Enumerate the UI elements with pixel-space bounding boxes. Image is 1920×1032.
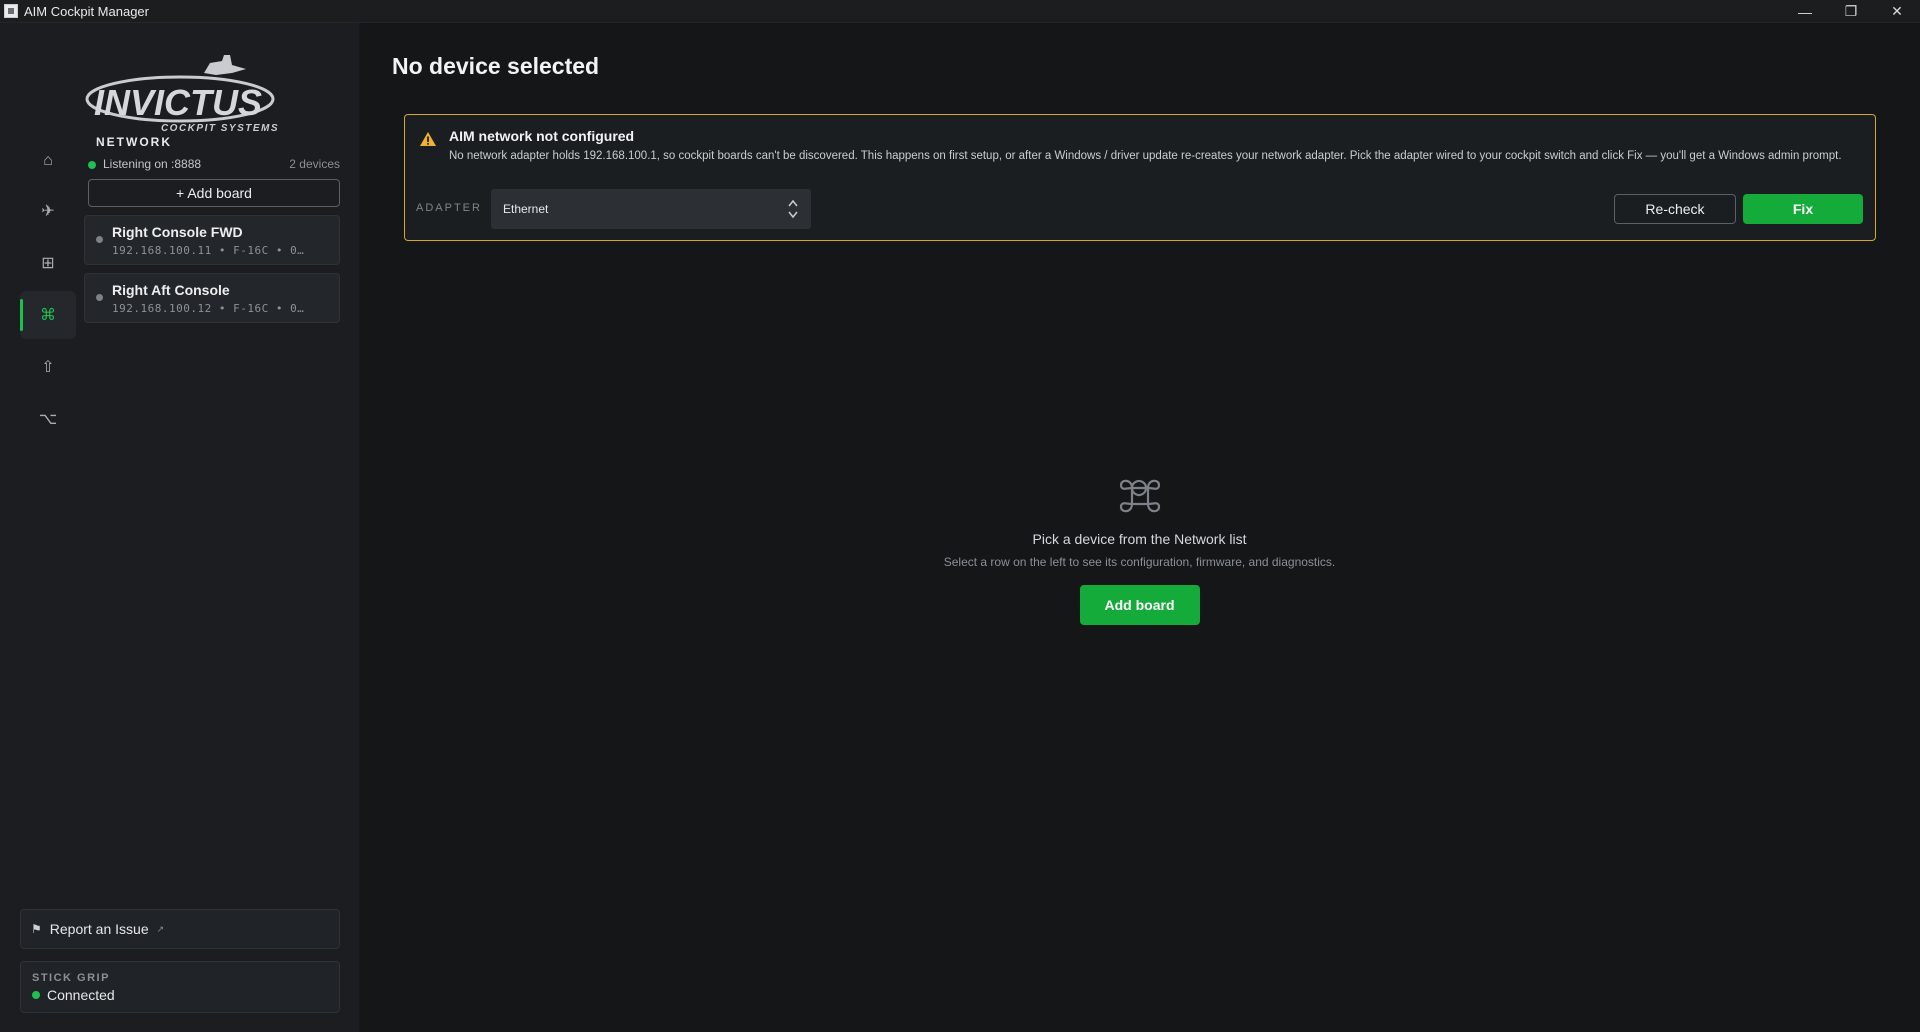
- window-title: AIM Cockpit Manager: [24, 3, 149, 19]
- stick-grip-label: STICK GRIP: [32, 972, 110, 984]
- flag-icon: ⚑: [31, 922, 42, 936]
- invictus-logo: INVICTUS COCKPIT SYSTEMS: [85, 55, 278, 134]
- stick-grip-status: STICK GRIP Connected: [20, 961, 340, 1013]
- adapter-value: Ethernet: [503, 202, 549, 216]
- external-link-icon: ↗: [156, 923, 165, 934]
- network-warning-banner: AIM network not configured No network ad…: [404, 114, 1876, 241]
- app-icon: [4, 4, 18, 18]
- add-board-button[interactable]: + Add board: [88, 179, 340, 207]
- logo-brand: INVICTUS: [94, 82, 262, 123]
- network-command-icon[interactable]: ⌘: [20, 291, 76, 339]
- command-icon: [1119, 479, 1160, 513]
- close-button[interactable]: ✕: [1874, 0, 1920, 23]
- device-name: Right Console FWD: [112, 224, 243, 240]
- recheck-button[interactable]: Re-check: [1614, 194, 1736, 224]
- device-status-dot-icon: [96, 236, 103, 243]
- alert-body: No network adapter holds 192.168.100.1, …: [449, 150, 1842, 162]
- page-title: No device selected: [392, 53, 600, 79]
- network-title: NETWORK: [96, 135, 172, 149]
- grid-icon[interactable]: ⊞: [20, 239, 76, 287]
- device-status-dot-icon: [96, 294, 103, 301]
- warning-icon: [420, 132, 436, 146]
- add-board-primary-button[interactable]: Add board: [1079, 585, 1200, 625]
- title-bar: AIM Cockpit Manager — ❐ ✕: [0, 0, 1920, 23]
- empty-state: Pick a device from the Network list Sele…: [359, 473, 1920, 625]
- logo-tagline: COCKPIT SYSTEMS: [161, 123, 278, 134]
- fix-button[interactable]: Fix: [1743, 194, 1863, 224]
- alert-title: AIM network not configured: [449, 128, 635, 144]
- upload-icon[interactable]: ⇧: [20, 343, 76, 391]
- airplane-icon[interactable]: ✈: [20, 187, 76, 235]
- main-panel: No device selected AIM network not confi…: [359, 23, 1920, 1032]
- sidebar: INVICTUS COCKPIT SYSTEMS ⌂ ✈ ⊞ ⌘ ⇧ ⌥ NET…: [0, 23, 359, 1032]
- connected-dot-icon: [32, 991, 40, 999]
- device-row[interactable]: Right Console FWD 192.168.100.11 • F-16C…: [84, 215, 340, 265]
- adapter-select[interactable]: Ethernet: [491, 189, 811, 229]
- report-label: Report an Issue: [49, 921, 149, 937]
- device-row[interactable]: Right Aft Console 192.168.100.12 • F-16C…: [84, 273, 340, 323]
- status-dot-icon: [88, 160, 96, 169]
- device-count: 2 devices: [289, 157, 340, 171]
- window-controls: — ❐ ✕: [1782, 0, 1920, 23]
- listening-row: Listening on :8888 2 devices: [84, 157, 340, 171]
- report-issue-button[interactable]: ⚑ Report an Issue ↗: [20, 909, 340, 949]
- select-arrows-icon: [788, 199, 798, 219]
- adapter-label: ADAPTER: [416, 202, 482, 214]
- restore-button[interactable]: ❐: [1828, 0, 1874, 23]
- device-details: 192.168.100.11 • F-16C • 0…: [112, 244, 305, 257]
- listening-status: Listening on :8888: [103, 157, 202, 171]
- option-switch-icon[interactable]: ⌥: [20, 395, 76, 443]
- device-name: Right Aft Console: [112, 282, 230, 298]
- device-details: 192.168.100.12 • F-16C • 0…: [112, 302, 305, 315]
- empty-state-subtitle: Select a row on the left to see its conf…: [943, 555, 1336, 569]
- minimize-button[interactable]: —: [1782, 0, 1828, 23]
- network-panel: NETWORK Listening on :8888 2 devices + A…: [84, 135, 340, 323]
- home-icon[interactable]: ⌂: [20, 137, 76, 185]
- stick-grip-status-text: Connected: [47, 987, 115, 1003]
- empty-state-title: Pick a device from the Network list: [1032, 531, 1247, 547]
- stick-grip-status-row: Connected: [32, 987, 328, 1003]
